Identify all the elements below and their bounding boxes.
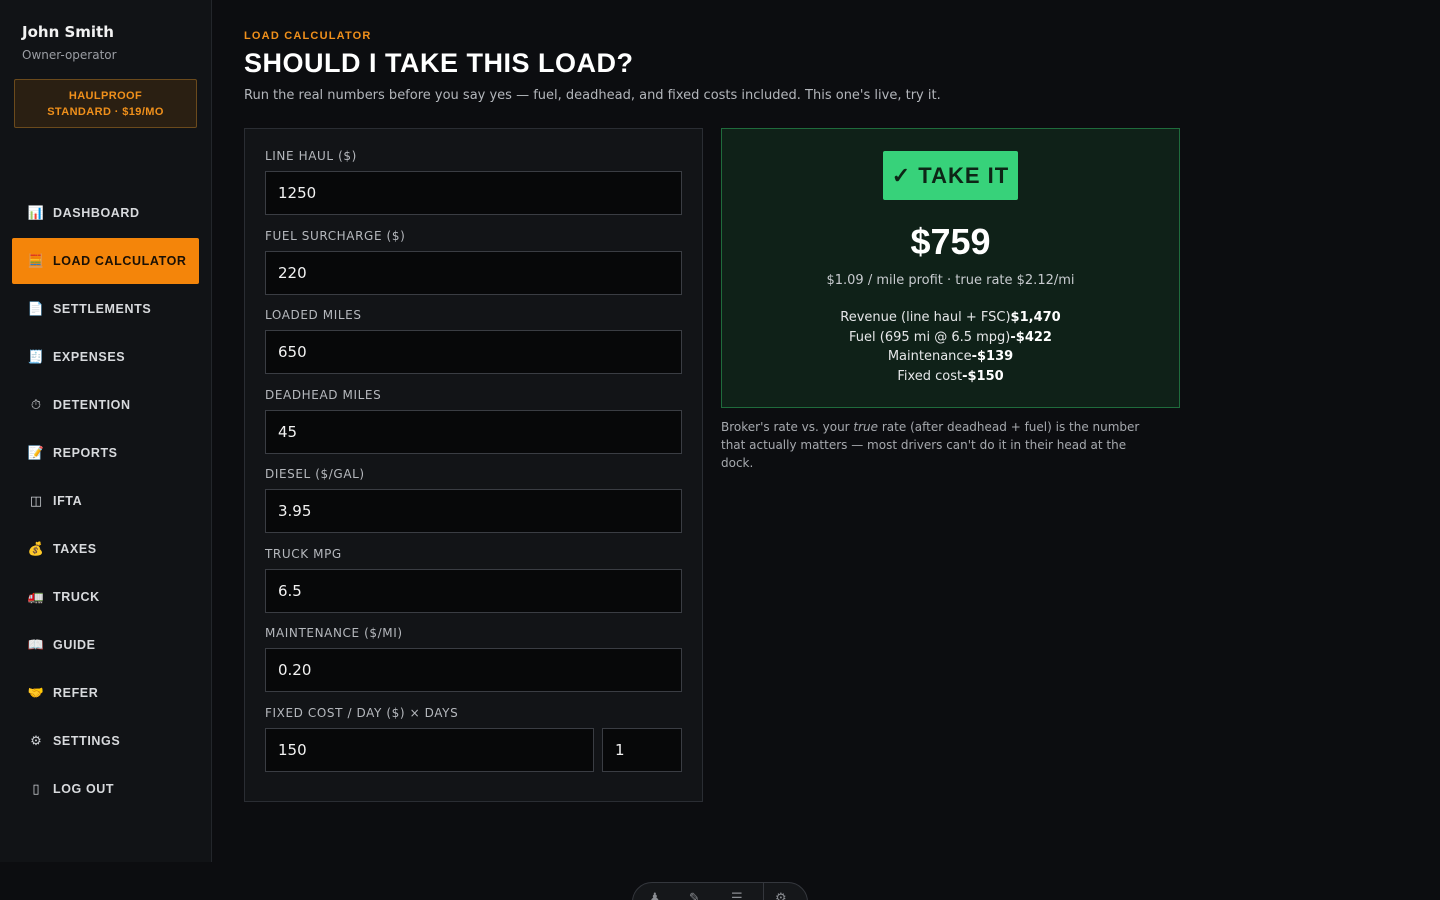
maintenance-field: MAINTENANCE ($/MI) (265, 626, 682, 692)
gear-icon: ⚙ (30, 733, 42, 749)
diesel-input[interactable] (265, 489, 682, 533)
breakdown-row: Fixed cost-$150 (722, 367, 1179, 387)
floating-toolbar: ♟ ✎ ☰ ⚙ (632, 882, 808, 900)
sidebar-item-dashboard[interactable]: 📊 DASHBOARD (12, 190, 199, 236)
fuel-surcharge-input[interactable] (265, 251, 682, 295)
truck-mpg-input[interactable] (265, 569, 682, 613)
list-icon[interactable]: ☰ (731, 891, 743, 900)
deadhead-miles-field: DEADHEAD MILES (265, 388, 682, 454)
sidebar-item-label: REPORTS (53, 446, 118, 460)
abacus-icon: 🧮 (27, 253, 45, 269)
line-haul-label: LINE HAUL ($) (265, 149, 357, 163)
maintenance-input[interactable] (265, 648, 682, 692)
loaded-miles-input[interactable] (265, 330, 682, 374)
sidebar-item-label: DASHBOARD (53, 206, 140, 220)
note-emphasis: true (853, 420, 879, 434)
columns-icon: ◫ (29, 493, 43, 509)
sidebar-item-log-out[interactable]: ▯ LOG OUT (12, 766, 199, 812)
breakdown-row: Revenue (line haul + FSC)$1,470 (722, 308, 1179, 328)
receipt-icon: 🧾 (27, 349, 45, 365)
document-icon: 📄 (27, 301, 45, 317)
verdict-badge: ✓ TAKE IT (883, 151, 1018, 200)
sidebar-item-ifta[interactable]: ◫ IFTA (12, 478, 199, 524)
breakdown-label: Fuel (695 mi @ 6.5 mpg) (849, 329, 1011, 345)
sidebar-item-expenses[interactable]: 🧾 EXPENSES (12, 334, 199, 380)
report-icon: 📝 (27, 445, 45, 461)
breakdown-row: Maintenance-$139 (722, 347, 1179, 367)
fixed-cost-label: FIXED COST / DAY ($) × DAYS (265, 706, 459, 720)
deadhead-miles-label: DEADHEAD MILES (265, 388, 382, 402)
sidebar-item-load-calculator[interactable]: 🧮 LOAD CALCULATOR (12, 238, 199, 284)
profit-per-mile: $1.09 / mile profit · true rate $2.12/mi (826, 273, 1075, 288)
sidebar-item-refer[interactable]: 🤝 REFER (12, 670, 199, 716)
sidebar-item-label: LOAD CALCULATOR (53, 254, 187, 268)
maintenance-label: MAINTENANCE ($/MI) (265, 626, 403, 640)
sidebar-item-label: REFER (53, 686, 99, 700)
sidebar-item-label: IFTA (53, 494, 83, 508)
sidebar-item-settlements[interactable]: 📄 SETTLEMENTS (12, 286, 199, 332)
person-icon[interactable]: ♟ (649, 891, 661, 900)
profit-amount: $759 (910, 221, 991, 262)
sidebar-item-label: LOG OUT (53, 782, 115, 796)
breakdown-label: Fixed cost (897, 368, 963, 384)
deadhead-miles-input[interactable] (265, 410, 682, 454)
stopwatch-icon: ⏱ (30, 397, 42, 413)
line-haul-input[interactable] (265, 171, 682, 215)
sidebar-item-detention[interactable]: ⏱ DETENTION (12, 382, 199, 428)
truck-icon: 🚛 (27, 589, 45, 605)
cost-breakdown: Revenue (line haul + FSC)$1,470 Fuel (695… (722, 308, 1179, 386)
explanation-note: Broker's rate vs. your true rate (after … (721, 418, 1161, 472)
truck-mpg-label: TRUCK MPG (265, 547, 342, 561)
diesel-field: DIESEL ($/GAL) (265, 467, 682, 533)
breakdown-row: Fuel (695 mi @ 6.5 mpg)-$422 (722, 328, 1179, 348)
sidebar-nav: 📊 DASHBOARD 🧮 LOAD CALCULATOR 📄 SETTLEMENTS 🧾 E… (12, 190, 199, 814)
loaded-miles-label: LOADED MILES (265, 308, 362, 322)
sidebar-item-label: SETTINGS (53, 734, 121, 748)
diesel-label: DIESEL ($/GAL) (265, 467, 365, 481)
page-title: SHOULD I TAKE THIS LOAD? (244, 48, 634, 78)
truck-mpg-field: TRUCK MPG (265, 547, 682, 613)
calculator-form: LINE HAUL ($) FUEL SURCHARGE ($) LOADED … (244, 128, 703, 802)
sidebar-item-label: EXPENSES (53, 350, 126, 364)
breakdown-value: -$139 (971, 349, 1014, 364)
sidebar-item-label: GUIDE (53, 638, 96, 652)
money-bag-icon: 💰 (27, 541, 45, 557)
note-text-before: Broker's rate vs. your (721, 420, 854, 434)
sidebar-item-label: TRUCK (53, 590, 100, 604)
breakdown-label: Revenue (line haul + FSC) (840, 310, 1011, 325)
pen-icon[interactable]: ✎ (689, 891, 700, 900)
sidebar-item-taxes[interactable]: 💰 TAXES (12, 526, 199, 572)
page-eyebrow: LOAD CALCULATOR (244, 30, 372, 42)
fuel-surcharge-label: FUEL SURCHARGE ($) (265, 229, 406, 243)
handshake-icon: 🤝 (27, 685, 45, 701)
loaded-miles-field: LOADED MILES (265, 308, 682, 374)
sidebar-item-label: SETTLEMENTS (53, 302, 152, 316)
sidebar-item-reports[interactable]: 📝 REPORTS (12, 430, 199, 476)
sidebar-item-truck[interactable]: 🚛 TRUCK (12, 574, 199, 620)
fixed-cost-input[interactable] (265, 728, 594, 772)
user-role: Owner-operator (22, 48, 117, 62)
book-icon: 📖 (27, 637, 45, 653)
sidebar: John Smith Owner-operator HAULPROOF STAN… (0, 0, 212, 862)
sidebar-item-label: TAXES (53, 542, 97, 556)
line-haul-field: LINE HAUL ($) (265, 149, 682, 215)
user-name: John Smith (22, 23, 114, 41)
fixed-cost-field: FIXED COST / DAY ($) × DAYS (265, 706, 682, 772)
plan-badge[interactable]: HAULPROOF STANDARD · $19/MO (14, 79, 197, 128)
breakdown-value: -$422 (1010, 329, 1052, 345)
gear-icon[interactable]: ⚙ (775, 891, 787, 900)
sidebar-item-guide[interactable]: 📖 GUIDE (12, 622, 199, 668)
breakdown-value: -$150 (962, 368, 1004, 384)
bar-chart-icon: 📊 (27, 205, 45, 221)
sidebar-item-label: DETENTION (53, 398, 131, 412)
result-panel: ✓ TAKE IT $759 $1.09 / mile profit · tru… (721, 128, 1180, 408)
breakdown-label: Maintenance (887, 349, 972, 364)
toolbar-divider (763, 883, 764, 900)
sidebar-item-settings[interactable]: ⚙ SETTINGS (12, 718, 199, 764)
days-input[interactable] (602, 728, 682, 772)
breakdown-value: $1,470 (1010, 310, 1061, 325)
page-subtitle: Run the real numbers before you say yes … (244, 88, 941, 103)
door-icon: ▯ (32, 781, 40, 797)
fuel-surcharge-field: FUEL SURCHARGE ($) (265, 229, 682, 295)
